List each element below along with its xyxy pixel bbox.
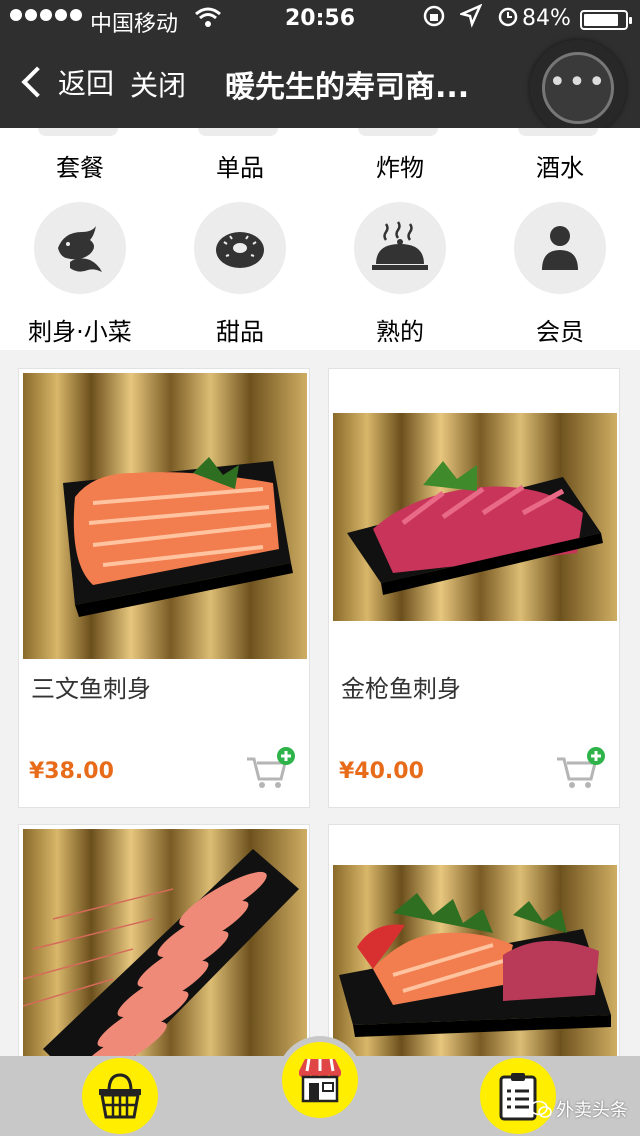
category-sashimi-label: 刺身·小菜 — [28, 318, 132, 346]
battery-icon — [580, 10, 632, 30]
category-icon-top — [198, 128, 278, 136]
watermark-text: 外卖头条 — [556, 1100, 628, 1121]
category-single-item[interactable]: 单品 — [160, 148, 320, 183]
page-title: 暖先生的寿司商... — [225, 70, 470, 105]
product-image-salmon-sashimi — [23, 373, 307, 659]
close-button[interactable]: 关闭 — [130, 64, 186, 104]
product-name: 金枪鱼刺身 — [341, 675, 461, 703]
category-icon-top — [358, 128, 438, 136]
alarm-icon — [496, 4, 520, 34]
cart-add-icon — [557, 747, 605, 788]
chevron-left-icon — [21, 66, 53, 98]
nav-bar: 返回 关闭 暖先生的寿司商... ••• — [0, 40, 640, 136]
product-price: ¥40.00 — [339, 759, 424, 784]
floating-menu-button[interactable]: ••• — [530, 40, 626, 136]
category-icon-top — [518, 128, 598, 136]
category-icon-top — [38, 128, 118, 136]
more-icon: ••• — [548, 65, 608, 100]
fish-icon — [58, 226, 102, 272]
cloche-icon — [372, 221, 428, 270]
category-fried[interactable]: 炸物 — [320, 148, 480, 183]
category-cooked-button[interactable] — [354, 202, 446, 294]
product-card[interactable]: 三文鱼刺身 ¥38.00 — [18, 368, 310, 808]
product-name: 三文鱼刺身 — [31, 675, 151, 703]
add-to-cart-button[interactable] — [555, 747, 605, 791]
battery-percentage: 84% — [522, 6, 571, 31]
store-button[interactable] — [282, 1042, 358, 1118]
rotation-lock-icon — [422, 4, 446, 34]
category-drinks[interactable]: 酒水 — [480, 148, 640, 183]
category-sashimi-button[interactable] — [34, 202, 126, 294]
wechat-icon — [530, 1100, 552, 1118]
cart-add-icon — [247, 747, 295, 788]
back-label: 返回 — [58, 67, 115, 100]
product-card[interactable]: 金枪鱼刺身 ¥40.00 — [328, 368, 620, 808]
category-dessert-button[interactable] — [194, 202, 286, 294]
add-to-cart-button[interactable] — [245, 747, 295, 791]
product-price: ¥38.00 — [29, 759, 114, 784]
category-member-button[interactable] — [514, 202, 606, 294]
category-set-meal[interactable]: 套餐 — [0, 148, 160, 183]
category-menu: 套餐 单品 炸物 酒水 刺身·小菜 甜品 熟的 会员 — [0, 128, 640, 350]
basket-icon — [99, 1073, 141, 1119]
status-bar: 中国移动 20:56 84% — [0, 0, 640, 40]
back-button[interactable]: 返回 — [18, 62, 114, 102]
category-cooked-label: 熟的 — [376, 318, 424, 346]
person-icon — [542, 226, 578, 270]
product-image-tuna-sashimi — [333, 373, 617, 659]
store-icon — [299, 1058, 341, 1103]
basket-button[interactable] — [82, 1058, 158, 1134]
location-icon — [458, 3, 483, 34]
donut-icon — [216, 232, 264, 268]
category-member-label: 会员 — [536, 318, 584, 346]
category-dessert-label: 甜品 — [216, 318, 264, 346]
watermark: 外卖头条 — [530, 1096, 628, 1122]
